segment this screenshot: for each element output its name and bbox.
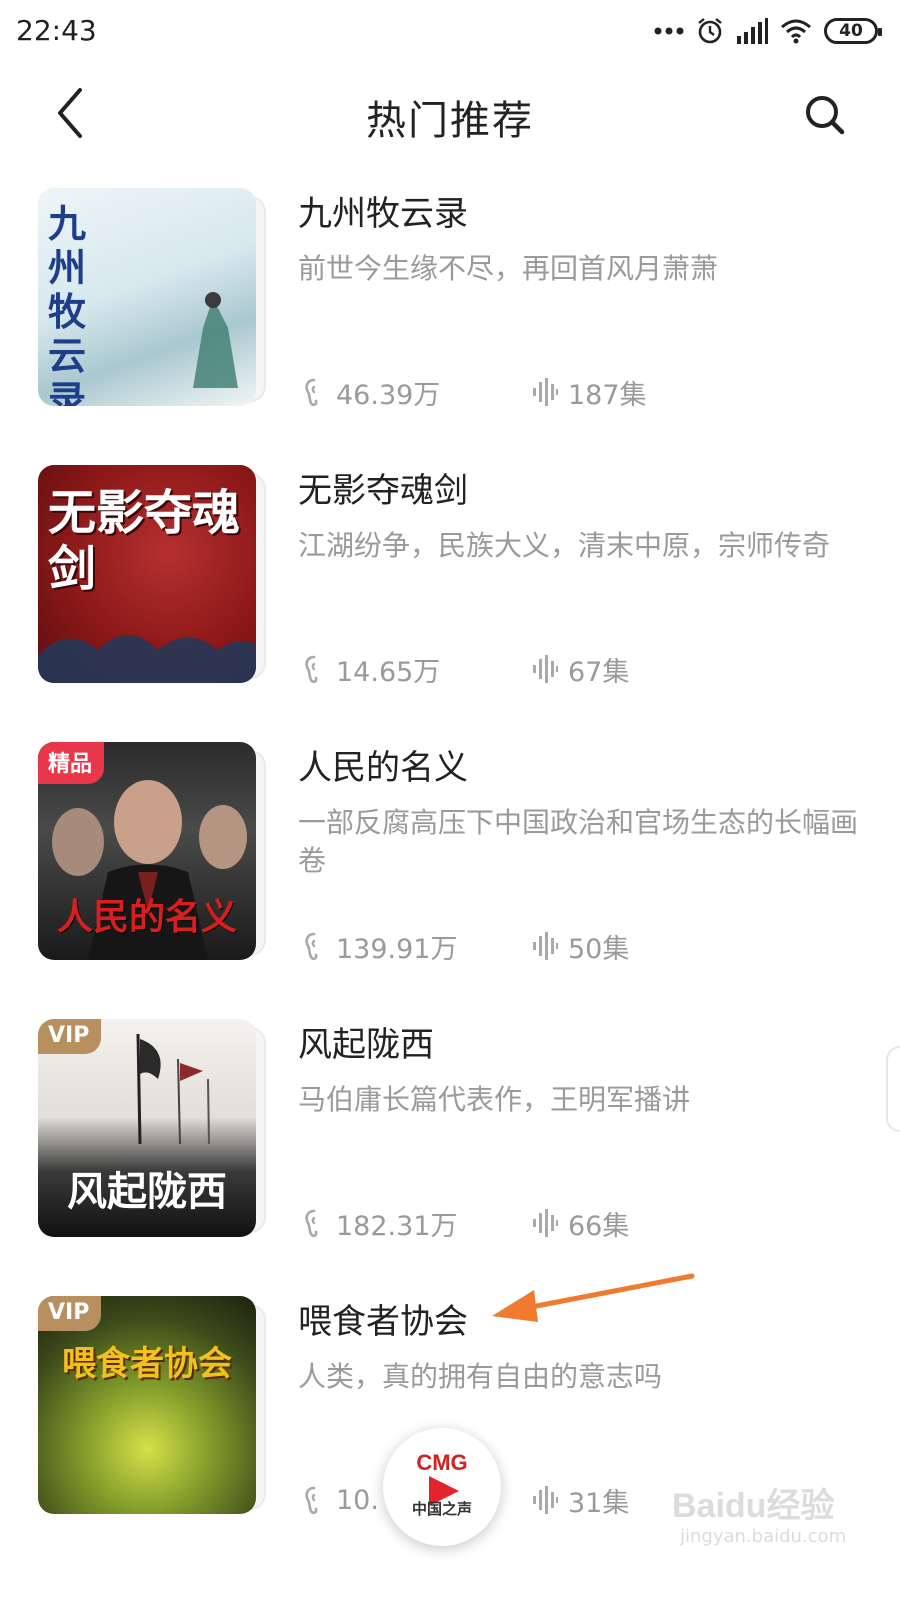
album-stats: 182.31万 66集	[302, 1203, 862, 1243]
status-time: 22:43	[16, 14, 97, 47]
album-description: 江湖纷争，民族大义，清末中原，宗师传奇	[298, 529, 831, 562]
waveform-icon	[533, 655, 558, 683]
album-cover[interactable]: 喂食者协会 VIP	[38, 1296, 256, 1514]
floating-player-button[interactable]: CMG 中国之声	[383, 1428, 501, 1546]
episode-count: 31集	[532, 1481, 629, 1520]
play-count: 182.31万	[302, 1204, 532, 1243]
vip-badge: VIP	[38, 1296, 102, 1331]
album-cover[interactable]: 无影夺魂剑	[38, 465, 256, 683]
episode-count-value: 31集	[568, 1487, 630, 1519]
episode-count: 67集	[532, 650, 629, 689]
album-cover[interactable]: 风起陇西 VIP	[38, 1019, 256, 1237]
page-title: 热门推荐	[366, 98, 534, 144]
episode-count-value: 50集	[568, 933, 630, 965]
figure-illustration	[193, 292, 238, 388]
search-button[interactable]	[802, 92, 848, 138]
cover-title: 九州牧云录	[48, 201, 87, 407]
banner-illustration	[136, 1033, 210, 1145]
waveform-icon	[533, 1209, 558, 1237]
waveform-icon	[533, 932, 558, 960]
album-description: 马伯庸长篇代表作，王明军播讲	[298, 1083, 691, 1116]
episode-count: 187集	[532, 373, 647, 412]
album-title: 人民的名义	[298, 748, 468, 788]
play-count-icon	[305, 378, 318, 407]
play-count-value: 139.91万	[336, 933, 458, 965]
album-description: 一部反腐高压下中国政治和官场生态的长幅画卷	[298, 806, 858, 877]
watermark-main: Baidu经验	[672, 1487, 835, 1525]
album-title: 风起陇西	[298, 1025, 434, 1065]
scroll-edge-handle[interactable]	[886, 1046, 900, 1132]
top-nav-bar: 热门推荐	[0, 70, 900, 156]
album-description: 人类，真的拥有自由的意志吗	[298, 1360, 663, 1393]
play-count-icon	[305, 1486, 318, 1515]
more-dots-icon	[654, 26, 684, 36]
play-count-value: 46.39万	[336, 379, 441, 411]
cover-title: 人民的名义	[56, 896, 237, 938]
signal-icon	[736, 18, 768, 44]
annotation-arrow-icon	[492, 1273, 695, 1322]
play-count-value: 10.	[336, 1484, 379, 1516]
episode-count-value: 67集	[568, 656, 630, 688]
watermark-sub: jingyan.baidu.com	[680, 1526, 847, 1547]
cover-wrap: 无影夺魂剑	[38, 465, 266, 683]
album-title: 无影夺魂剑	[298, 471, 468, 511]
cover-wrap: 人民的名义 精品	[38, 742, 266, 960]
play-count-icon	[305, 932, 318, 961]
album-stats: 14.65万 67集	[302, 649, 862, 689]
album-cover[interactable]: 九州牧云录	[38, 188, 256, 406]
album-list: 九州牧云录 九州牧云录 前世今生缘不尽，再回首风月萧萧 46.39万 187集	[0, 172, 900, 1557]
vip-badge: VIP	[38, 1019, 102, 1054]
play-count: 139.91万	[302, 927, 532, 966]
waveform-icon	[533, 378, 558, 406]
play-count-icon	[305, 655, 318, 684]
episode-count-value: 66集	[568, 1210, 630, 1242]
album-cover[interactable]: 人民的名义 精品	[38, 742, 256, 960]
album-description: 前世今生缘不尽，再回首风月萧萧	[298, 252, 719, 285]
cloud-pattern	[38, 635, 256, 683]
cover-wrap: 九州牧云录	[38, 188, 266, 406]
wifi-icon	[780, 18, 812, 44]
play-count-value: 182.31万	[336, 1210, 458, 1242]
cover-wrap: 风起陇西 VIP	[38, 1019, 266, 1237]
search-icon	[806, 96, 845, 135]
play-count-value: 14.65万	[336, 656, 441, 688]
episode-count: 50集	[532, 927, 629, 966]
status-bar: 22:43 40	[0, 0, 900, 62]
player-station-label: 中国之声	[411, 1500, 472, 1518]
episode-count-value: 187集	[568, 379, 647, 411]
alarm-icon	[696, 17, 724, 45]
album-stats: 46.39万 187集	[302, 372, 862, 412]
waveform-icon	[533, 1486, 558, 1514]
cover-title: 风起陇西	[67, 1168, 227, 1215]
album-title: 九州牧云录	[298, 194, 468, 234]
play-count-icon	[305, 1209, 318, 1238]
episode-count: 66集	[532, 1204, 629, 1243]
album-item[interactable]: 九州牧云录 九州牧云录 前世今生缘不尽，再回首风月萧萧 46.39万 187集	[0, 172, 900, 449]
play-count: 46.39万	[302, 373, 532, 412]
album-item[interactable]: 无影夺魂剑 无影夺魂剑 江湖纷争，民族大义，清末中原，宗师传奇 14.65万 6…	[0, 449, 900, 726]
watermark: Baidu经验 jingyan.baidu.com	[672, 1478, 872, 1558]
album-item[interactable]: 人民的名义 精品 人民的名义 一部反腐高压下中国政治和官场生态的长幅画卷 139…	[0, 726, 900, 1003]
cover-title: 无影夺魂剑	[48, 485, 241, 597]
jingpin-badge: 精品	[38, 742, 105, 784]
album-stats: 139.91万 50集	[302, 926, 862, 966]
cover-wrap: 喂食者协会 VIP	[38, 1296, 266, 1514]
status-icons: 40	[654, 14, 882, 48]
player-brand-logo: CMG	[416, 1450, 468, 1475]
cover-title: 喂食者协会	[62, 1344, 232, 1384]
album-item[interactable]: 风起陇西 VIP 风起陇西 马伯庸长篇代表作，王明军播讲 182.31万 66集	[0, 1003, 900, 1280]
play-count: 14.65万	[302, 650, 532, 689]
battery-icon: 40	[824, 18, 882, 44]
